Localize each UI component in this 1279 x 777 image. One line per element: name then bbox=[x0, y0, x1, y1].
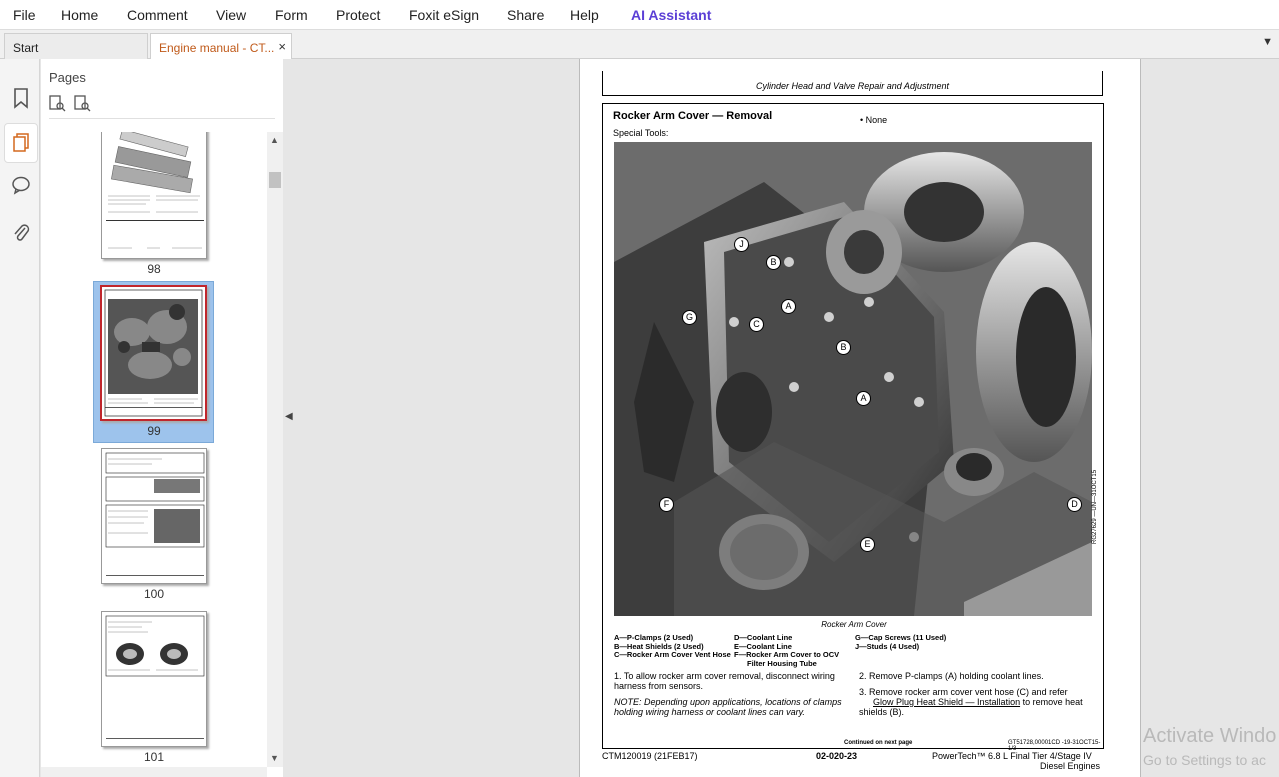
scroll-down-icon[interactable]: ▼ bbox=[270, 753, 279, 763]
footer-page-number: 02-020-23 bbox=[816, 751, 858, 761]
comment-icon[interactable] bbox=[10, 175, 32, 197]
legend-column-1: A—P-Clamps (2 Used) B—Heat Shields (2 Us… bbox=[614, 633, 731, 660]
thumbnail-label: 100 bbox=[143, 587, 165, 601]
menu-form[interactable]: Form bbox=[275, 7, 308, 23]
footer-product: PowerTech™ 6.8 L Final Tier 4/Stage IV bbox=[932, 751, 1092, 761]
step-3: 3. Remove rocker arm cover vent hose (C)… bbox=[859, 687, 1094, 717]
menu-comment[interactable]: Comment bbox=[127, 7, 188, 23]
legend-column-2: D—Coolant Line E—Coolant Line F—Rocker A… bbox=[734, 633, 839, 668]
legend-item: J—Studs (4 Used) bbox=[855, 641, 920, 651]
pages-icon[interactable] bbox=[10, 132, 32, 154]
page-insert-icon[interactable] bbox=[49, 95, 66, 112]
callout-a-2: A bbox=[856, 391, 871, 406]
page-thumbnail-selected[interactable] bbox=[100, 285, 207, 421]
tab-bar: Start Engine manual - CT... × ▼ bbox=[0, 30, 1279, 59]
special-tools-label: Special Tools: bbox=[613, 128, 669, 138]
callout-c: C bbox=[749, 317, 764, 332]
left-rail bbox=[0, 59, 40, 777]
note: NOTE: Depending upon applications, locat… bbox=[614, 697, 842, 717]
callout-b: B bbox=[766, 255, 781, 270]
callout-f: F bbox=[659, 497, 674, 512]
thumbnail-scrollbar[interactable]: ▲ ▼ bbox=[267, 132, 283, 767]
thumbnail-label: 99 bbox=[147, 424, 161, 438]
menu-view[interactable]: View bbox=[216, 7, 246, 23]
menu-home[interactable]: Home bbox=[61, 7, 98, 23]
horizontal-scrollbar[interactable] bbox=[41, 767, 267, 777]
callout-d: D bbox=[1067, 497, 1082, 512]
page-zoom-icon[interactable] bbox=[74, 95, 91, 112]
page-header: Cylinder Head and Valve Repair and Adjus… bbox=[602, 71, 1103, 96]
menu-protect[interactable]: Protect bbox=[336, 7, 380, 23]
callout-e: E bbox=[860, 537, 875, 552]
menu-bar: File Home Comment View Form Protect Foxi… bbox=[0, 0, 1279, 30]
scrollbar-thumb[interactable] bbox=[269, 172, 281, 188]
legend-item: C—Rocker Arm Cover Vent Hose bbox=[614, 650, 731, 659]
page-thumbnail[interactable] bbox=[101, 132, 207, 259]
thumbnail-label: 101 bbox=[143, 750, 165, 762]
legend-item: Filter Housing Tube bbox=[747, 658, 817, 668]
footer-ctm: CTM120019 (21FEB17) bbox=[602, 751, 698, 761]
bookmark-icon[interactable] bbox=[10, 87, 32, 109]
menu-share[interactable]: Share bbox=[507, 7, 544, 23]
glow-plug-link[interactable]: Glow Plug Heat Shield — Installation bbox=[859, 697, 1020, 707]
figure-code: RG27629 —UN—31OCT15 bbox=[1092, 469, 1098, 544]
menu-ai-assistant[interactable]: AI Assistant bbox=[631, 7, 711, 23]
special-tools-value: • None bbox=[860, 115, 888, 125]
step-2: 2. Remove P-clamps (A) holding coolant l… bbox=[859, 671, 1044, 681]
collapse-panel-icon[interactable]: ◀ bbox=[285, 411, 293, 422]
engine-figure: J B A G C B A F E D bbox=[614, 142, 1092, 616]
activation-watermark-sub: Go to Settings to ac bbox=[1143, 752, 1266, 768]
attachment-icon[interactable] bbox=[10, 222, 32, 244]
content-box: Rocker Arm Cover — Removal Special Tools… bbox=[602, 103, 1104, 752]
tab-engine-manual-label: Engine manual - CT... bbox=[159, 41, 275, 55]
close-icon[interactable]: × bbox=[278, 39, 286, 54]
page-thumbnail[interactable] bbox=[101, 448, 207, 584]
tab-engine-manual[interactable]: Engine manual - CT... × bbox=[150, 33, 292, 59]
menu-file[interactable]: File bbox=[13, 7, 36, 23]
menu-foxit-esign[interactable]: Foxit eSign bbox=[409, 7, 479, 23]
step-3-text: 3. Remove rocker arm cover vent hose (C)… bbox=[859, 687, 1068, 697]
tab-start[interactable]: Start bbox=[4, 33, 148, 59]
activation-watermark: Activate Windo bbox=[1143, 725, 1277, 747]
step-1: 1. To allow rocker arm cover removal, di… bbox=[614, 671, 835, 691]
panel-divider bbox=[49, 118, 275, 119]
pages-panel: Pages 98 99 100 101 ▲ ▼ bbox=[41, 59, 283, 777]
panel-splitter[interactable]: ◀ bbox=[283, 59, 295, 777]
document-page: Cylinder Head and Valve Repair and Adjus… bbox=[579, 59, 1141, 777]
tab-list-dropdown-icon[interactable]: ▼ bbox=[1262, 36, 1273, 48]
callout-g: G bbox=[682, 310, 697, 325]
callout-j: J bbox=[734, 237, 749, 252]
pages-panel-title: Pages bbox=[49, 70, 86, 85]
thumbnail-list: 98 99 100 101 bbox=[41, 132, 267, 762]
section-title: Rocker Arm Cover — Removal bbox=[613, 110, 773, 122]
callout-b-2: B bbox=[836, 340, 851, 355]
scroll-up-icon[interactable]: ▲ bbox=[270, 135, 279, 145]
figure-caption: Rocker Arm Cover bbox=[821, 620, 887, 629]
callout-a: A bbox=[781, 299, 796, 314]
legend-column-3: G—Cap Screws (11 Used) J—Studs (4 Used) bbox=[855, 633, 946, 651]
menu-help[interactable]: Help bbox=[570, 7, 599, 23]
thumbnail-label: 98 bbox=[147, 262, 161, 276]
page-thumbnail[interactable] bbox=[101, 611, 207, 747]
continued-label: Continued on next page bbox=[844, 740, 913, 746]
footer-product-2: Diesel Engines bbox=[1040, 761, 1101, 771]
